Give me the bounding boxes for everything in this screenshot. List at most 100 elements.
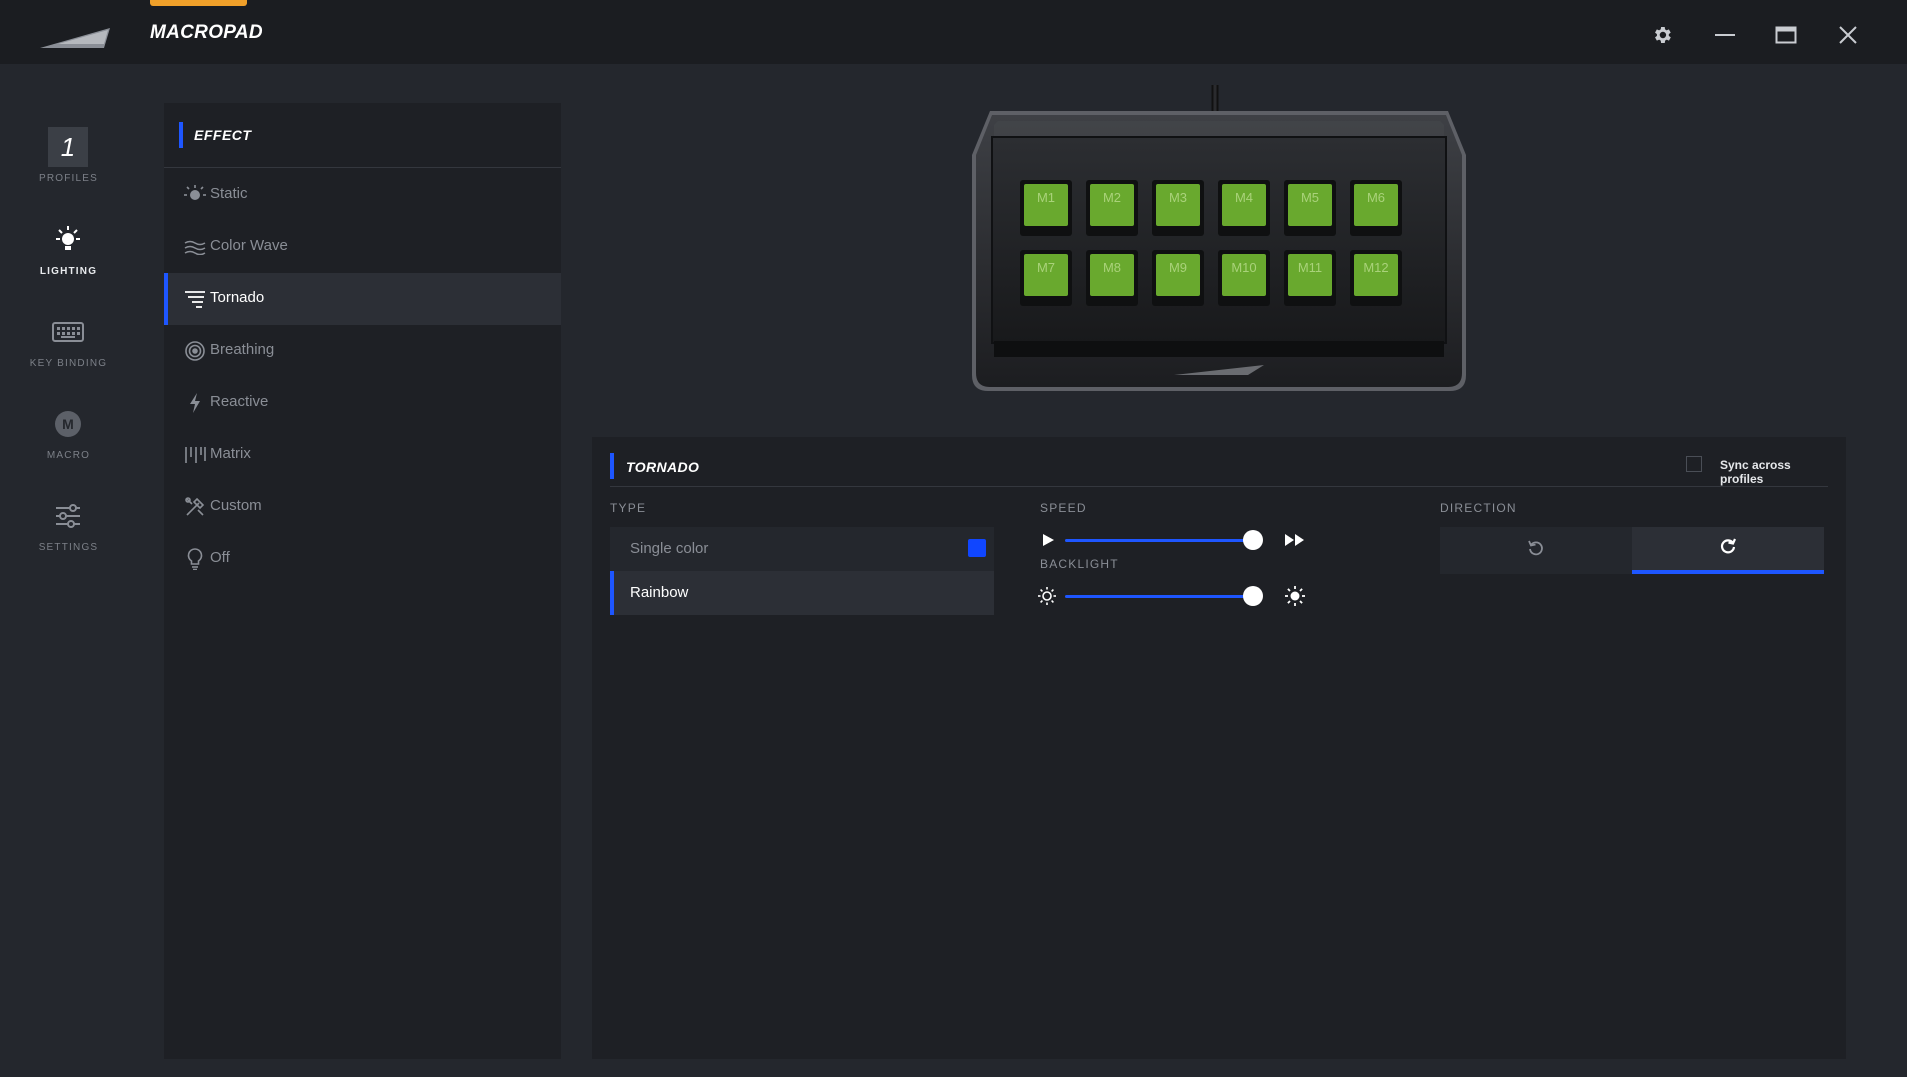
brightness-low-icon — [1036, 585, 1058, 607]
sliders-icon — [48, 498, 88, 534]
macro-key-cap: M5 — [1288, 184, 1332, 226]
type-option-rainbow[interactable]: Rainbow — [610, 571, 994, 615]
direction-label: DIRECTION — [1440, 501, 1517, 515]
macro-key-cap: M2 — [1090, 184, 1134, 226]
macro-m-icon: M — [48, 406, 88, 442]
settings-header: TORNADO Sync across profiles — [610, 447, 1828, 487]
macro-key-m4[interactable]: M4 — [1218, 180, 1270, 236]
macro-key-m3[interactable]: M3 — [1152, 180, 1204, 236]
macro-key-cap: M9 — [1156, 254, 1200, 296]
device-keys: M1 M2 M3 M4 M5 M6 M7 M8 M9 M10 M11 M12 — [1020, 180, 1418, 314]
effect-item-off[interactable]: Off — [164, 533, 561, 585]
sync-label: Sync across profiles — [1720, 458, 1791, 486]
effect-label-matrix: Matrix — [210, 445, 251, 462]
macro-key-cap: M1 — [1024, 184, 1068, 226]
effect-label-off: Off — [210, 549, 230, 566]
profile-number: 1 — [48, 127, 88, 167]
macro-key-m8[interactable]: M8 — [1086, 250, 1138, 306]
effect-item-static[interactable]: Static — [164, 169, 561, 221]
effect-item-matrix[interactable]: Matrix — [164, 429, 561, 481]
svg-text:M: M — [62, 416, 74, 432]
nav-key-binding[interactable]: KEY BINDING — [0, 301, 137, 385]
nav-macro[interactable]: M MACRO — [0, 393, 137, 477]
speed-slider[interactable] — [1065, 528, 1263, 552]
nav-label-key-binding: KEY BINDING — [29, 358, 108, 369]
nav-profiles[interactable]: 1 PROFILES — [0, 116, 137, 200]
sync-checkbox[interactable] — [1686, 456, 1702, 472]
effect-panel-title: EFFECT — [194, 127, 252, 143]
backlight-slider[interactable] — [1065, 584, 1263, 608]
macro-key-cap: M7 — [1024, 254, 1068, 296]
macro-key-m12[interactable]: M12 — [1350, 250, 1402, 306]
counterclockwise-icon — [1527, 539, 1545, 562]
brightness-high-icon — [1284, 585, 1306, 607]
macro-key-m11[interactable]: M11 — [1284, 250, 1336, 306]
macro-key-m10[interactable]: M10 — [1218, 250, 1270, 306]
effect-label-static: Static — [210, 185, 248, 202]
custom-icon — [184, 497, 206, 517]
effect-item-reactive[interactable]: Reactive — [164, 377, 561, 429]
macro-key-m7[interactable]: M7 — [1020, 250, 1072, 306]
minimize-icon[interactable] — [1711, 21, 1739, 49]
bulb-icon — [48, 222, 88, 258]
effect-label-color-wave: Color Wave — [210, 237, 288, 254]
wave-icon — [184, 237, 206, 257]
macro-key-m5[interactable]: M5 — [1284, 180, 1336, 236]
key-grid: M1 M2 M3 M4 M5 M6 M7 M8 M9 M10 M11 M12 — [1020, 180, 1418, 314]
effect-label-breathing: Breathing — [210, 341, 275, 358]
effect-label-custom: Custom — [210, 497, 262, 514]
keyboard-icon — [48, 314, 88, 350]
direction-clockwise-button[interactable] — [1632, 527, 1824, 574]
speed-slider-track — [1065, 539, 1253, 542]
nav-label-macro: MACRO — [46, 450, 91, 461]
matrix-icon — [184, 445, 206, 465]
brand-logo — [40, 28, 110, 48]
gear-icon[interactable] — [1648, 21, 1676, 49]
type-option-single-color[interactable]: Single color — [610, 527, 994, 571]
macro-key-m2[interactable]: M2 — [1086, 180, 1138, 236]
macro-key-cap: M6 — [1354, 184, 1398, 226]
nav-label-lighting: LIGHTING — [39, 266, 98, 277]
macro-key-cap: M8 — [1090, 254, 1134, 296]
nav-lighting[interactable]: LIGHTING — [0, 209, 137, 293]
effect-item-breathing[interactable]: Breathing — [164, 325, 561, 377]
effect-item-color-wave[interactable]: Color Wave — [164, 221, 561, 273]
effect-label-reactive: Reactive — [210, 393, 269, 410]
settings-accent-bar — [610, 453, 614, 479]
play-icon — [1037, 529, 1059, 551]
header-accent-bar — [179, 122, 183, 148]
sun-icon — [184, 185, 206, 205]
app-accent-tab — [150, 0, 247, 6]
speed-label: SPEED — [1040, 501, 1087, 515]
macro-key-m1[interactable]: M1 — [1020, 180, 1072, 236]
type-label: TYPE — [610, 501, 647, 515]
bolt-icon — [184, 393, 206, 413]
close-icon[interactable] — [1834, 21, 1862, 49]
maximize-icon[interactable] — [1772, 21, 1800, 49]
macro-key-m9[interactable]: M9 — [1152, 250, 1204, 306]
macro-key-cap: M3 — [1156, 184, 1200, 226]
backlight-slider-thumb[interactable] — [1243, 586, 1263, 606]
nav-rail: 1 PROFILES LIGHTING KEY BINDING M MACRO — [0, 64, 137, 1077]
macro-key-cap: M12 — [1354, 254, 1398, 296]
breathing-icon — [184, 341, 206, 361]
backlight-label: BACKLIGHT — [1040, 557, 1119, 571]
nav-label-settings: SETTINGS — [38, 542, 99, 553]
color-swatch[interactable] — [968, 539, 986, 557]
effect-panel-header: EFFECT — [164, 103, 561, 168]
effect-settings-panel: TORNADO Sync across profiles TYPE Single… — [592, 437, 1846, 1059]
app-title: MACROPAD — [150, 22, 263, 43]
macro-key-cap: M4 — [1222, 184, 1266, 226]
effect-label-tornado: Tornado — [210, 289, 265, 306]
profile-number-box: 1 — [48, 127, 88, 167]
lightbulb-off-icon — [184, 548, 206, 570]
effect-item-tornado[interactable]: Tornado — [164, 273, 561, 325]
nav-settings[interactable]: SETTINGS — [0, 485, 137, 569]
tornado-icon — [184, 289, 206, 309]
speed-slider-thumb[interactable] — [1243, 530, 1263, 550]
direction-counterclockwise-button[interactable] — [1440, 527, 1632, 574]
macro-key-m6[interactable]: M6 — [1350, 180, 1402, 236]
effect-item-custom[interactable]: Custom — [164, 481, 561, 533]
fast-forward-icon — [1284, 529, 1306, 551]
clockwise-icon — [1719, 537, 1737, 560]
